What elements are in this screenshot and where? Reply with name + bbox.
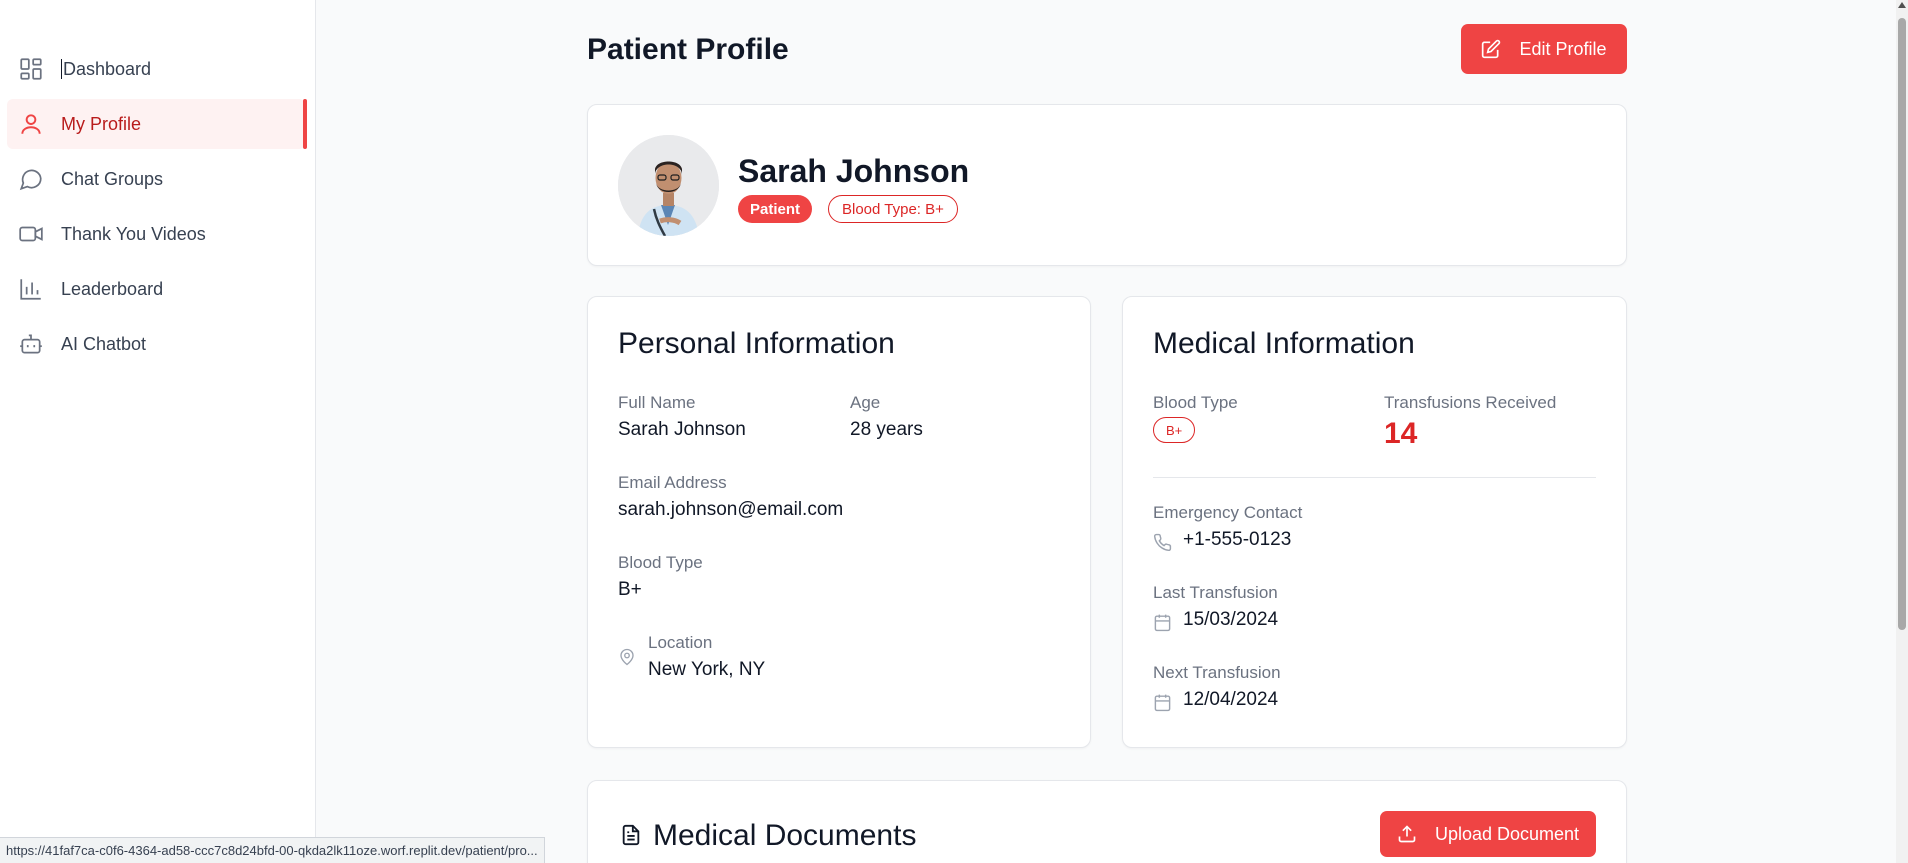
scrollbar-thumb[interactable]	[1898, 18, 1906, 630]
edit-profile-button[interactable]: Edit Profile	[1461, 24, 1627, 74]
sidebar-item-leaderboard[interactable]: Leaderboard	[7, 264, 305, 314]
card-title: Medical Information	[1153, 327, 1415, 360]
sidebar-item-label: My Profile	[61, 113, 142, 134]
emergency-contact-value: +1-555-0123	[1183, 529, 1292, 550]
vertical-scrollbar[interactable]	[1896, 0, 1908, 863]
bot-icon	[17, 330, 45, 358]
card-title: Personal Information	[618, 327, 895, 360]
documents-title: Medical Documents	[653, 819, 917, 852]
divider	[1153, 477, 1596, 478]
emergency-contact-label: Emergency Contact	[1153, 503, 1303, 522]
scroll-up-arrow-icon[interactable]	[1898, 2, 1906, 8]
layout-grid-icon	[17, 55, 45, 83]
personal-information-card: Personal Information Full Name Sarah Joh…	[587, 296, 1091, 748]
calendar-icon	[1153, 693, 1172, 712]
edit-profile-label: Edit Profile	[1519, 38, 1607, 59]
last-transfusion-value: 15/03/2024	[1183, 609, 1279, 630]
profile-card: Sarah Johnson Patient Blood Type: B+	[587, 104, 1627, 266]
sidebar-item-ai-chatbot[interactable]: AI Chatbot	[7, 319, 305, 369]
role-badge: Patient	[738, 195, 813, 223]
medical-blood-type-badge: B+	[1153, 417, 1196, 443]
upload-document-label: Upload Document	[1434, 823, 1580, 844]
sidebar-item-chat-groups[interactable]: Chat Groups	[7, 154, 305, 204]
medical-documents-card: Medical Documents Upload Document	[587, 780, 1627, 863]
blood-type-value: B+	[618, 579, 642, 600]
bar-chart-icon	[17, 275, 45, 303]
medical-information-card: Medical Information Blood Type B+ Transf…	[1122, 296, 1627, 748]
full-name-label: Full Name	[618, 393, 696, 412]
blood-type-label: Blood Type	[618, 553, 703, 572]
calendar-icon	[1153, 613, 1172, 632]
email-value: sarah.johnson@email.com	[618, 499, 844, 520]
sidebar-item-label: AI Chatbot	[61, 333, 147, 354]
full-name-value: Sarah Johnson	[618, 419, 746, 440]
upload-document-button[interactable]: Upload Document	[1380, 811, 1596, 857]
email-label: Email Address	[618, 473, 727, 492]
location-label: Location	[648, 633, 713, 652]
sidebar: Dashboard My Profile Chat Groups Thank Y…	[0, 0, 316, 863]
sidebar-item-my-profile[interactable]: My Profile	[7, 99, 307, 149]
message-circle-icon	[17, 165, 45, 193]
sidebar-item-label: Chat Groups	[61, 168, 164, 189]
sidebar-item-label: Thank You Videos	[61, 223, 206, 244]
user-icon	[17, 110, 45, 138]
blood-type-badge: Blood Type: B+	[828, 195, 958, 223]
next-transfusion-value: 12/04/2024	[1183, 689, 1279, 710]
sidebar-item-label: Leaderboard	[61, 278, 164, 299]
sidebar-item-thank-you-videos[interactable]: Thank You Videos	[7, 209, 305, 259]
text-caret	[61, 59, 62, 79]
location-value: New York, NY	[648, 659, 766, 680]
age-label: Age	[850, 393, 881, 412]
avatar	[618, 135, 719, 236]
upload-icon	[1397, 824, 1417, 844]
last-transfusion-label: Last Transfusion	[1153, 583, 1278, 602]
profile-name: Sarah Johnson	[738, 153, 970, 189]
sidebar-item-label: Dashboard	[63, 58, 152, 79]
transfusions-count: 14	[1384, 417, 1418, 450]
video-icon	[17, 220, 45, 248]
next-transfusion-label: Next Transfusion	[1153, 663, 1281, 682]
transfusions-label: Transfusions Received	[1384, 393, 1557, 412]
map-pin-icon	[618, 647, 636, 667]
phone-icon	[1153, 533, 1172, 552]
file-text-icon	[620, 823, 642, 847]
age-value: 28 years	[850, 419, 923, 440]
sidebar-item-dashboard[interactable]: Dashboard	[7, 44, 305, 94]
page-header: Patient Profile Edit Profile	[587, 24, 1627, 74]
edit-icon	[1481, 39, 1501, 59]
status-bar-url: https://41faf7ca-c0f6-4364-ad58-ccc7c8d2…	[0, 837, 545, 863]
page-title: Patient Profile	[587, 33, 789, 66]
medical-blood-type-label: Blood Type	[1153, 393, 1238, 412]
